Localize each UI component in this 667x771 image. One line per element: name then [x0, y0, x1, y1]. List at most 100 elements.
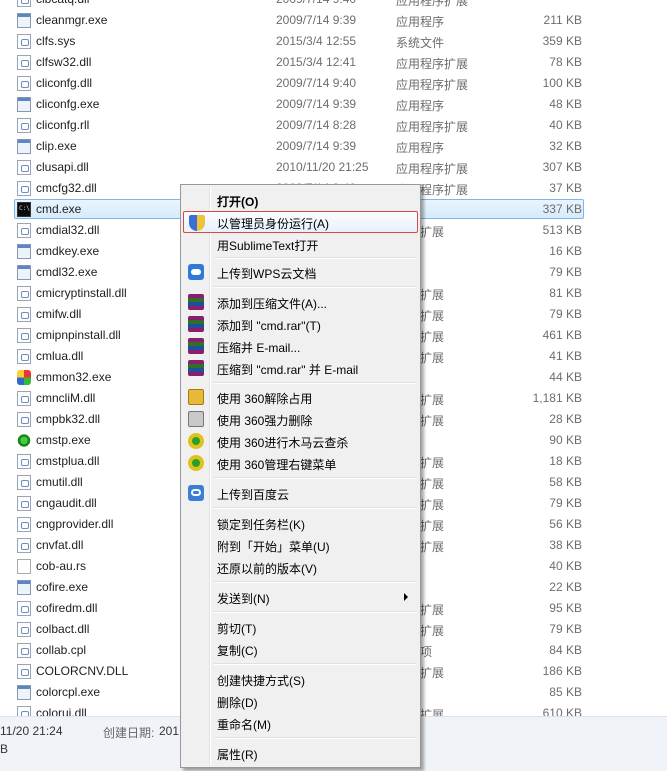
file-row[interactable]: clip.exe 2009/7/14 9:39 应用程序 32 KB	[0, 136, 667, 157]
menu-item-label: 剪切(T)	[217, 622, 257, 636]
file-date: 2010/11/20 21:25	[276, 160, 369, 174]
file-size: 79 KB	[549, 622, 582, 636]
file-name: cmstplua.dll	[36, 454, 100, 468]
file-size: 56 KB	[549, 517, 582, 531]
menu-item-run-as-admin[interactable]: 以管理员身份运行(A)	[183, 211, 418, 233]
file-date: 2009/7/14 9:40	[276, 76, 357, 90]
menu-item-pin-start[interactable]: 附到「开始」菜单(U)	[183, 534, 418, 556]
plain-icon	[17, 559, 31, 574]
file-name: clip.exe	[36, 139, 77, 153]
file-name: cleanmgr.exe	[36, 13, 108, 27]
menu-item-cut[interactable]: 剪切(T)	[183, 616, 418, 638]
winrar-icon	[188, 360, 204, 376]
size-fragment: B	[0, 742, 9, 756]
file-row[interactable]: clfsw32.dll 2015/3/4 12:41 应用程序扩展 78 KB	[0, 52, 667, 73]
file-size: 84 KB	[549, 643, 582, 657]
file-size: 40 KB	[549, 559, 582, 573]
doc-icon	[17, 34, 31, 49]
file-size: 28 KB	[549, 412, 582, 426]
file-size: 95 KB	[549, 601, 582, 615]
file-name: cmd.exe	[36, 202, 82, 216]
file-size: 461 KB	[542, 328, 582, 342]
file-name: cmdial32.dll	[36, 223, 100, 237]
file-size: 16 KB	[549, 244, 582, 258]
created-value: 201	[159, 724, 180, 738]
file-row[interactable]: cliconfg.exe 2009/7/14 9:39 应用程序 48 KB	[0, 94, 667, 115]
shredder-icon	[188, 411, 204, 427]
file-row[interactable]: clusapi.dll 2010/11/20 21:25 应用程序扩展 307 KB	[0, 157, 667, 178]
menu-item-open[interactable]: 打开(O)	[183, 189, 418, 211]
created-label: 创建日期:	[103, 726, 155, 740]
file-type: 应用程序扩展	[396, 0, 469, 8]
file-size: 186 KB	[542, 664, 582, 678]
file-name: colorcpl.exe	[36, 685, 101, 699]
menu-item-delete[interactable]: 删除(D)	[183, 690, 418, 712]
menu-item-send-to[interactable]: 发送到(N)	[183, 586, 418, 608]
file-row[interactable]: cliconfg.rll 2009/7/14 8:28 应用程序扩展 40 KB	[0, 115, 667, 136]
menu-item-open-sublime[interactable]: 用SublimeText打开	[183, 233, 418, 255]
menu-separator	[214, 737, 416, 739]
menu-item-create-shortcut[interactable]: 创建快捷方式(S)	[183, 668, 418, 690]
menu-item-label: 压缩到 "cmd.rar" 并 E-mail	[217, 363, 359, 377]
menu-item-copy[interactable]: 复制(C)	[183, 638, 418, 660]
doc-icon	[17, 391, 31, 406]
menu-item-label: 添加到 "cmd.rar"(T)	[217, 319, 321, 333]
modified-date: 11/20 21:24	[0, 724, 63, 738]
doc-icon	[17, 76, 31, 91]
file-name: cngprovider.dll	[36, 517, 114, 531]
file-name: cliconfg.dll	[36, 76, 93, 90]
menu-item-upload-wps[interactable]: 上传到WPS云文档	[183, 261, 418, 283]
menu-item-360-unlock[interactable]: 使用 360解除占用	[183, 386, 418, 408]
menu-item-compress-email[interactable]: 压缩并 E-mail...	[183, 335, 418, 357]
file-size: 40 KB	[549, 118, 582, 132]
menu-item-rename[interactable]: 重命名(M)	[183, 712, 418, 734]
file-size: 41 KB	[549, 349, 582, 363]
file-row[interactable]: cliconfg.dll 2009/7/14 9:40 应用程序扩展 100 KB	[0, 73, 667, 94]
menu-item-upload-baidu[interactable]: 上传到百度云	[183, 482, 418, 504]
green-icon	[17, 433, 31, 448]
file-size: 513 KB	[542, 223, 582, 237]
menu-separator	[214, 477, 416, 479]
file-size: 44 KB	[549, 370, 582, 384]
menu-item-label: 打开(O)	[217, 195, 259, 209]
file-name: cmcfg32.dll	[36, 181, 97, 195]
file-name: clbcatq.dll	[36, 0, 89, 6]
menu-item-360-manage-menu[interactable]: 使用 360管理右键菜单	[183, 452, 418, 474]
file-size: 79 KB	[549, 307, 582, 321]
uac-shield-icon	[189, 215, 205, 231]
doc-icon	[17, 496, 31, 511]
menu-item-add-cmd-rar[interactable]: 添加到 "cmd.rar"(T)	[183, 313, 418, 335]
menu-separator	[214, 611, 416, 613]
file-name: cmmon32.exe	[36, 370, 112, 384]
file-row[interactable]: cleanmgr.exe 2009/7/14 9:39 应用程序 211 KB	[0, 10, 667, 31]
submenu-arrow-icon	[404, 593, 408, 601]
menu-item-360-force-delete[interactable]: 使用 360强力删除	[183, 408, 418, 430]
file-type: 系统文件	[396, 36, 445, 50]
menu-item-label: 使用 360解除占用	[217, 392, 313, 406]
file-row[interactable]: clfs.sys 2015/3/4 12:55 系统文件 359 KB	[0, 31, 667, 52]
file-name: cofiredm.dll	[36, 601, 98, 615]
file-size: 38 KB	[549, 538, 582, 552]
file-type: 应用程序扩展	[396, 162, 469, 176]
file-size: 78 KB	[549, 55, 582, 69]
context-menu: 打开(O) 以管理员身份运行(A) 用SublimeText打开 上传到WPS云…	[180, 184, 421, 768]
file-size: 610 KB	[542, 706, 582, 716]
menu-item-add-archive[interactable]: 添加到压缩文件(A)...	[183, 291, 418, 313]
doc-icon	[17, 622, 31, 637]
file-name: cliconfg.rll	[36, 118, 90, 132]
menu-item-pin-taskbar[interactable]: 锁定到任务栏(K)	[183, 512, 418, 534]
file-row[interactable]: clbcatq.dll 2009/7/14 9:40 应用程序扩展	[0, 0, 667, 10]
doc-icon	[17, 118, 31, 133]
file-type: 应用程序	[396, 141, 445, 155]
menu-item-label: 删除(D)	[217, 696, 258, 710]
file-name: COLORCNV.DLL	[36, 664, 129, 678]
doc-icon	[17, 223, 31, 238]
360-security-icon	[188, 433, 204, 449]
menu-item-compress-cmd-email[interactable]: 压缩到 "cmd.rar" 并 E-mail	[183, 357, 418, 379]
file-date: 2009/7/14 9:39	[276, 13, 357, 27]
menu-item-360-trojan-scan[interactable]: 使用 360进行木马云查杀	[183, 430, 418, 452]
menu-item-restore-versions[interactable]: 还原以前的版本(V)	[183, 556, 418, 578]
menu-item-properties[interactable]: 属性(R)	[183, 742, 418, 764]
doc-icon	[17, 601, 31, 616]
doc-icon	[17, 286, 31, 301]
